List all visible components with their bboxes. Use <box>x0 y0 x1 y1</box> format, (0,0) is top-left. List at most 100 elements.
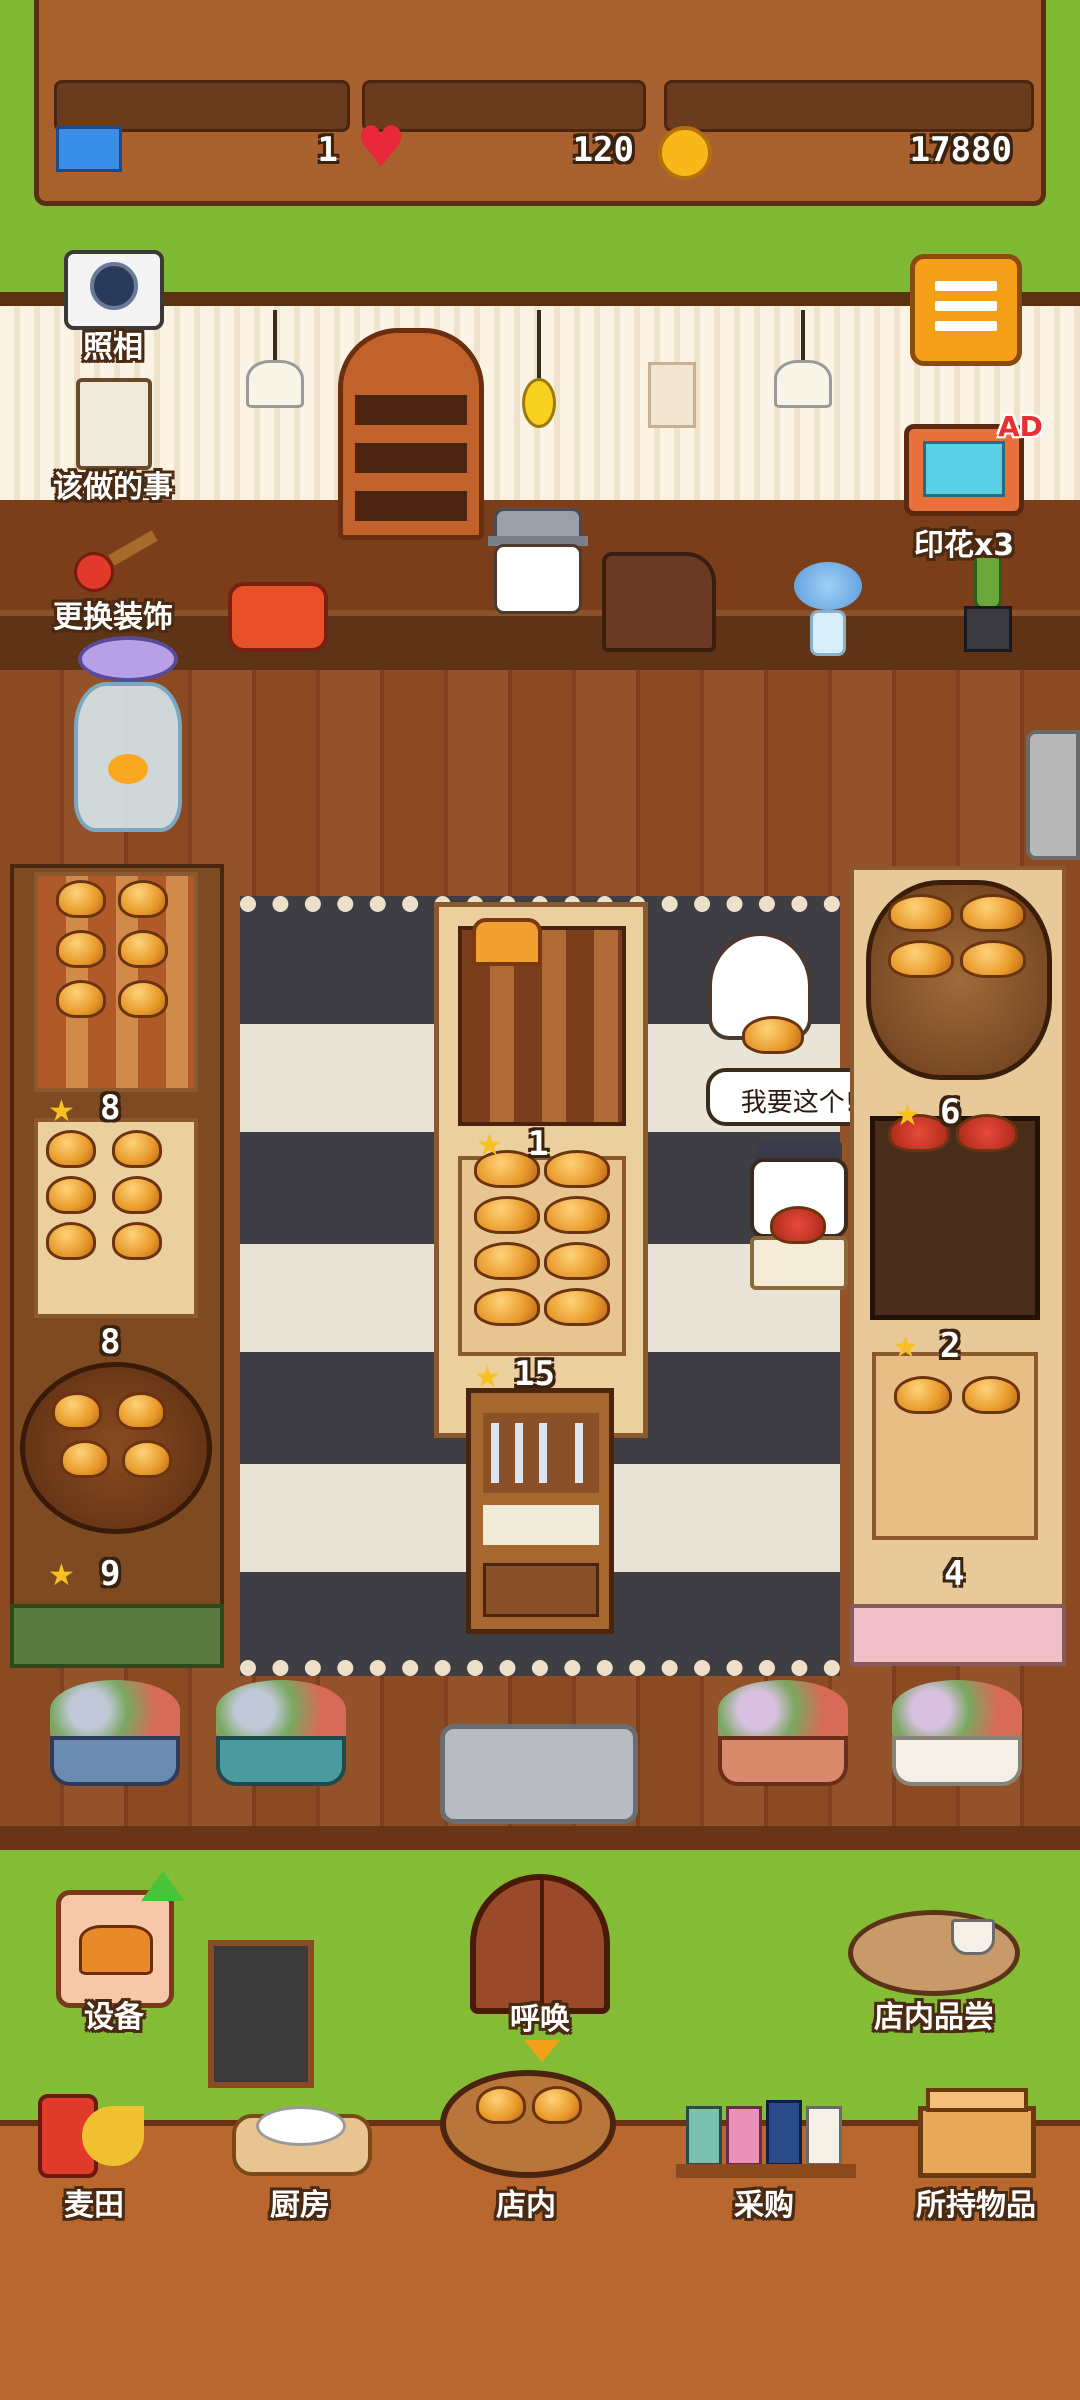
play-icon <box>923 441 1005 497</box>
cutlery-cabinet[interactable] <box>466 1388 614 1634</box>
star-icon: ★ <box>474 1360 501 1395</box>
bread-item <box>56 980 106 1018</box>
side-door[interactable] <box>1026 730 1080 860</box>
bread-item <box>474 1196 540 1234</box>
left-top-rating: 8 <box>100 1088 121 1128</box>
left-mid-rating: 8 <box>100 1322 121 1362</box>
ticket-icon <box>56 126 122 172</box>
bread-item <box>46 1176 96 1214</box>
pendant-lamp-left <box>242 310 308 420</box>
bread-item <box>56 880 106 918</box>
fork-icon <box>575 1423 583 1483</box>
bread-item <box>112 1176 162 1214</box>
left-bottom-rating: 9 <box>100 1554 121 1594</box>
cash-register <box>602 552 716 652</box>
right-bottom-count: 4 <box>944 1554 965 1594</box>
equipment-label: 设备 <box>84 2000 144 2035</box>
pendant-lamp-right <box>770 310 836 420</box>
right-tray-bottom[interactable] <box>872 1352 1038 1540</box>
bread-item <box>118 930 168 968</box>
bread-item <box>474 1288 540 1326</box>
bread-item <box>894 1376 952 1414</box>
tasting-label: 店内品尝 <box>874 2000 994 2035</box>
bread-item <box>888 894 954 932</box>
nav-inventory[interactable] <box>918 2088 1038 2182</box>
call-label: 呼唤 <box>510 2002 570 2037</box>
bread-item <box>532 2086 582 2124</box>
flower-vase <box>790 562 866 658</box>
heart-icon: ♥ <box>356 115 407 180</box>
bread-item <box>118 980 168 1018</box>
nav-wheatfield-label: 麦田 <box>64 2188 124 2223</box>
right-mid-rating: 2 <box>940 1326 961 1366</box>
coin-bar <box>664 80 1034 132</box>
coin-icon <box>658 126 712 180</box>
nav-inventory-label: 所持物品 <box>916 2188 1036 2223</box>
bread-item <box>122 1440 172 1478</box>
bread-item <box>474 1242 540 1280</box>
menu-chalkboard[interactable] <box>208 1940 314 2088</box>
flower-planter <box>216 1680 346 1790</box>
left-shelf-base <box>10 1604 224 1668</box>
right-top-rating: 6 <box>940 1092 961 1132</box>
tasting-plate-button[interactable] <box>848 1910 1020 1996</box>
ticket-count: 1 <box>317 130 338 170</box>
shopkeeper-cat[interactable] <box>488 508 588 614</box>
down-arrow-icon <box>524 2040 560 2062</box>
bread-item <box>46 1222 96 1260</box>
menu-icon <box>935 281 997 331</box>
star-icon: ★ <box>892 1330 919 1365</box>
nav-shop[interactable] <box>440 2070 616 2178</box>
bread-item <box>962 1376 1020 1414</box>
star-icon: ★ <box>48 1558 75 1593</box>
bread-item <box>52 1392 102 1430</box>
floor-edge <box>0 1826 1080 1850</box>
bread-item <box>544 1196 610 1234</box>
pendant-lamp-middle <box>518 310 560 440</box>
upgrade-arrow-icon <box>141 1871 185 1901</box>
bread-item <box>544 1288 610 1326</box>
wall-note <box>648 362 696 428</box>
loaf-bread <box>472 918 542 966</box>
bread-item <box>770 1206 826 1244</box>
ad-badge: AD <box>998 410 1043 443</box>
entrance-mat <box>440 1724 638 1824</box>
flower-planter <box>718 1680 848 1790</box>
bread-item <box>476 2086 526 2124</box>
stamp-label: 印花x3 <box>913 528 1015 563</box>
bread-item <box>960 894 1026 932</box>
call-door-button[interactable] <box>470 1874 610 2014</box>
star-icon: ★ <box>476 1128 503 1163</box>
groceries-icon <box>686 2106 722 2166</box>
bread-item <box>60 1440 110 1478</box>
todo-label: 该做的事 <box>53 470 173 505</box>
equipment-button[interactable] <box>56 1871 185 2008</box>
bread-cabinet <box>338 328 484 540</box>
ufo-jar[interactable] <box>70 636 186 832</box>
bread-item <box>544 1242 610 1280</box>
decor-label: 更换装饰 <box>53 600 173 635</box>
camera-lens-icon <box>90 262 138 310</box>
nav-shop-label: 店内 <box>496 2188 556 2223</box>
nav-purchase[interactable] <box>676 2094 856 2184</box>
bread-item <box>960 940 1026 978</box>
center-top-rating: 1 <box>528 1124 549 1164</box>
center-bottom-rating: 15 <box>514 1354 555 1394</box>
nav-purchase-label: 采购 <box>734 2188 794 2223</box>
telephone-icon[interactable] <box>228 582 328 652</box>
bread-item <box>112 1222 162 1260</box>
nav-kitchen-label: 厨房 <box>270 2188 330 2223</box>
bread-item <box>46 1130 96 1168</box>
bread-item <box>56 930 106 968</box>
coin-count: 17880 <box>909 130 1012 170</box>
left-basket[interactable] <box>20 1362 212 1534</box>
todo-clipboard-button[interactable] <box>76 378 152 470</box>
bread-item <box>544 1150 610 1188</box>
flower-planter <box>892 1680 1022 1790</box>
right-shelf-base <box>850 1604 1066 1666</box>
menu-button[interactable] <box>910 254 1022 366</box>
fork-icon <box>491 1423 499 1483</box>
box-icon <box>918 2106 1036 2178</box>
flower-planter <box>50 1680 180 1790</box>
bread-item <box>742 1016 804 1054</box>
